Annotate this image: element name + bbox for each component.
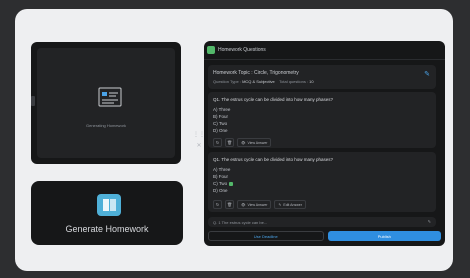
homework-topic: Homework Topic : Circle, Trigonometry xyxy=(213,70,299,76)
drag-handle[interactable] xyxy=(31,96,35,106)
question-card: Q1. The estrus cycle can be divided into… xyxy=(208,92,436,148)
question-title: Q. 1 The estrus cycle can be... xyxy=(213,220,268,225)
panel-header: Homework Questions xyxy=(204,41,445,60)
generating-preview: Generating Homework xyxy=(31,42,181,164)
refresh-icon[interactable]: ↻ xyxy=(213,200,222,209)
option-d: D) One xyxy=(213,188,228,193)
publish-button[interactable]: Publish xyxy=(327,231,441,241)
option-a: A) Three xyxy=(213,107,231,112)
edit-answer-label: Edit Answer xyxy=(283,202,302,207)
option-c: C) Two xyxy=(213,121,228,126)
document-icon xyxy=(98,87,122,107)
close-icon[interactable]: ✕ xyxy=(196,143,201,149)
delete-icon[interactable]: 🗑 xyxy=(225,138,234,147)
option-a: A) Three xyxy=(213,167,231,172)
generate-homework-label: Generate Homework xyxy=(65,224,149,234)
generating-preview-inner: Generating Homework xyxy=(37,48,175,158)
question-card-partial: Q. 1 The estrus cycle can be... ✎ xyxy=(208,217,436,227)
eye-icon: 👁 xyxy=(241,202,246,207)
eye-icon: 👁 xyxy=(241,140,246,145)
use-deadline-button[interactable]: Use Deadline xyxy=(208,231,324,241)
option-b: B) Four xyxy=(213,114,229,119)
delete-icon[interactable]: 🗑 xyxy=(225,200,234,209)
generating-status-text: Generating Homework xyxy=(85,123,127,128)
question-actions: ↻ 🗑 👁 View Answer xyxy=(213,138,272,147)
option-b: B) Four xyxy=(213,174,229,179)
homework-questions-panel: Homework Questions Homework Topic : Circ… xyxy=(204,41,445,246)
app-logo-icon xyxy=(207,46,215,54)
question-meta: Question Type : MCQ & Subjective Total q… xyxy=(213,79,314,84)
panel-footer: Use Deadline Publish xyxy=(208,231,441,241)
view-answer-button[interactable]: 👁 View Answer xyxy=(237,200,272,209)
pencil-icon: ✎ xyxy=(278,202,282,207)
edit-icon[interactable]: ✎ xyxy=(428,219,431,224)
question-actions: ↻ 🗑 👁 View Answer ✎ Edit Answer xyxy=(213,200,306,209)
edit-topic-icon[interactable]: ✎ xyxy=(424,70,430,78)
panel-controls: ⋮⋮ ✕ xyxy=(193,132,205,156)
panel-title: Homework Questions xyxy=(218,47,266,53)
view-answer-label: View Answer xyxy=(247,202,268,207)
book-icon xyxy=(97,194,121,216)
edit-answer-button[interactable]: ✎ Edit Answer xyxy=(274,200,306,209)
total-questions-value: 10 xyxy=(309,79,314,84)
view-answer-label: View Answer xyxy=(247,140,268,145)
question-type-label: Question Type : xyxy=(213,79,241,84)
option-c: C) Two xyxy=(213,181,234,186)
topic-summary: Homework Topic : Circle, Trigonometry Qu… xyxy=(208,65,436,89)
refresh-icon[interactable]: ↻ xyxy=(213,138,222,147)
question-card: Q1. The estrus cycle can be divided into… xyxy=(208,152,436,212)
view-answer-button[interactable]: 👁 View Answer xyxy=(237,138,272,147)
total-questions-label: Total questions : xyxy=(279,79,309,84)
correct-answer-icon xyxy=(229,181,234,186)
generate-homework-button[interactable]: Generate Homework xyxy=(31,181,183,245)
question-title: Q1. The estrus cycle can be divided into… xyxy=(213,157,333,162)
question-type-value: MCQ & Subjective xyxy=(242,79,275,84)
option-c-text: C) Two xyxy=(213,181,228,186)
option-d: D) One xyxy=(213,128,228,133)
question-title: Q1. The estrus cycle can be divided into… xyxy=(213,97,333,102)
